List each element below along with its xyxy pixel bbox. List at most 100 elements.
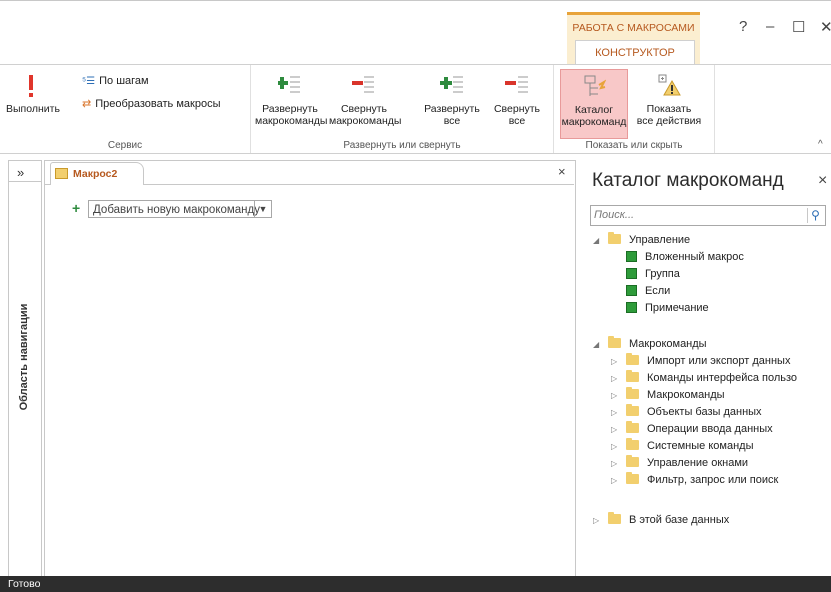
collapse-actions-label-2: макрокоманды (329, 115, 402, 127)
chevron-down-icon[interactable]: ▼ (254, 201, 271, 217)
action-catalog-label-1: Каталог (574, 104, 614, 116)
folder-icon (608, 232, 621, 244)
tree-item[interactable]: ▷ Импорт или экспорт данных (611, 353, 790, 370)
folder-icon (626, 353, 639, 365)
catalog-title: Каталог макрокоманд (592, 170, 784, 191)
folder-icon (626, 421, 639, 433)
collapsed-triangle-icon: ▷ (611, 357, 618, 366)
catalog-icon (582, 74, 607, 100)
ribbon-group-service: Выполнить ⁵☰ По шагам ⇄ Преобразовать макр… (0, 65, 251, 153)
tree-item[interactable]: Вложенный макрос (626, 249, 744, 266)
expand-all-button[interactable]: Развернуть все (421, 73, 483, 127)
tree-group-control-label: Управление (629, 234, 691, 246)
tree-item-label: Если (645, 285, 671, 297)
folder-icon (626, 455, 639, 467)
step-button[interactable]: ⁵☰ По шагам (82, 75, 149, 87)
collapsed-triangle-icon: ▷ (611, 408, 618, 417)
nav-divider (9, 181, 41, 182)
convert-label: Преобразовать макросы (95, 98, 221, 110)
status-bar: Готово (0, 576, 831, 592)
collapse-actions-icon (352, 73, 376, 99)
expand-actions-label-2: макрокоманды (255, 115, 328, 127)
tree-item-label: Группа (645, 268, 680, 280)
tree-item[interactable]: Группа (626, 266, 680, 283)
action-block-icon (626, 302, 637, 313)
tree-item[interactable]: ▷ Фильтр, запрос или поиск (611, 472, 778, 489)
collapsed-triangle-icon: ▷ (593, 516, 600, 525)
run-label: Выполнить (6, 103, 60, 115)
catalog-search-input[interactable]: Поиск... ⚲ (590, 205, 826, 226)
ribbon: Выполнить ⁵☰ По шагам ⇄ Преобразовать макр… (0, 64, 831, 154)
collapse-all-button[interactable]: Свернуть все (487, 73, 547, 127)
tree-group-actions[interactable]: ◢ Макрокоманды (593, 336, 707, 353)
convert-button[interactable]: ⇄ Преобразовать макросы (82, 97, 220, 110)
collapse-all-label-1: Свернуть (493, 103, 541, 115)
tree-item[interactable]: ▷ Операции ввода данных (611, 421, 773, 438)
add-action-combo[interactable]: Добавить новую макрокоманду ▼ (88, 200, 272, 218)
minimize-button[interactable]: – (766, 18, 774, 35)
collapsed-triangle-icon: ▷ (611, 459, 618, 468)
tree-item[interactable]: Если (626, 283, 670, 300)
convert-icon: ⇄ (82, 98, 92, 110)
expand-all-label-1: Развернуть (424, 103, 480, 115)
tab-macro2[interactable]: Макрос2 (50, 162, 144, 185)
collapse-actions-label-1: Свернуть (340, 103, 388, 115)
show-all-label-2: все действия (636, 115, 702, 127)
collapse-all-icon (505, 73, 529, 99)
show-all-label-1: Показать (646, 103, 692, 115)
tree-item[interactable]: Примечание (626, 300, 709, 317)
tree-group-control[interactable]: ◢ Управление (593, 232, 690, 249)
tab-constructor[interactable]: КОНСТРУКТОР (575, 40, 695, 65)
show-all-icon (657, 73, 681, 99)
search-icon[interactable]: ⚲ (807, 208, 823, 223)
collapse-ribbon-icon[interactable]: ^ (818, 139, 823, 150)
collapsed-triangle-icon: ▷ (611, 425, 618, 434)
tree-item[interactable]: ▷ Макрокоманды (611, 387, 725, 404)
show-all-actions-button[interactable]: Показать все действия (632, 73, 706, 127)
collapsed-triangle-icon: ▷ (611, 442, 618, 451)
tree-item-label: Системные команды (647, 440, 754, 452)
tree-group-this-db[interactable]: ▷ В этой базе данных (593, 512, 729, 529)
service-group-label: Сервис (107, 140, 143, 151)
action-block-icon (626, 268, 637, 279)
expand-group-label: Развернуть или свернуть (343, 140, 461, 151)
folder-icon (608, 512, 621, 524)
ribbon-group-expand: Развернуть макрокоманды Свернуть макроко… (251, 65, 554, 153)
tree-item-label: Команды интерфейса пользо (647, 372, 798, 384)
exclamation-icon (19, 73, 43, 99)
tree-item[interactable]: ▷ Системные команды (611, 438, 753, 455)
step-label: По шагам (99, 75, 149, 87)
tree-item[interactable]: ▷ Управление окнами (611, 455, 748, 472)
close-button[interactable]: ✕ (820, 18, 831, 36)
nav-pane-toggle[interactable]: » (17, 165, 24, 180)
tab-macro2-label: Макрос2 (73, 168, 118, 180)
tree-item-label: Фильтр, запрос или поиск (647, 474, 779, 486)
folder-icon (626, 387, 639, 399)
tree-item[interactable]: ▷ Объекты базы данных (611, 404, 762, 421)
catalog-close-button[interactable]: × (818, 172, 827, 190)
tree-item[interactable]: ▷ Команды интерфейса пользо (611, 370, 797, 387)
expand-actions-button[interactable]: Развернуть макрокоманды (255, 73, 328, 127)
action-block-icon (626, 285, 637, 296)
help-button[interactable]: ? (739, 18, 747, 35)
action-catalog-label-2: макрокоманд (561, 116, 627, 128)
collapsed-triangle-icon: ▷ (611, 374, 618, 383)
maximize-button[interactable]: ☐ (792, 18, 805, 36)
close-doc-button[interactable]: × (558, 164, 566, 179)
tree-item-label: Объекты базы данных (647, 406, 762, 418)
macro-icon (55, 168, 68, 179)
navigation-pane[interactable]: » Область навигации (8, 160, 42, 577)
action-catalog-button[interactable]: Каталог макрокоманд (560, 69, 628, 139)
tree-item-label: Операции ввода данных (647, 423, 773, 435)
nav-pane-label: Область навигации (18, 303, 30, 411)
tree-group-actions-label: Макрокоманды (629, 338, 707, 350)
collapse-actions-button[interactable]: Свернуть макрокоманды (329, 73, 402, 127)
expand-all-icon (440, 73, 464, 99)
collapsed-triangle-icon: ▷ (611, 476, 618, 485)
run-button[interactable]: Выполнить (6, 73, 60, 115)
collapse-all-label-2: все (508, 115, 526, 127)
action-block-icon (626, 251, 637, 262)
expanded-triangle-icon: ◢ (593, 340, 600, 349)
tree-item-label: Управление окнами (647, 457, 749, 469)
context-group-title: РАБОТА С МАКРОСАМИ (572, 22, 695, 34)
